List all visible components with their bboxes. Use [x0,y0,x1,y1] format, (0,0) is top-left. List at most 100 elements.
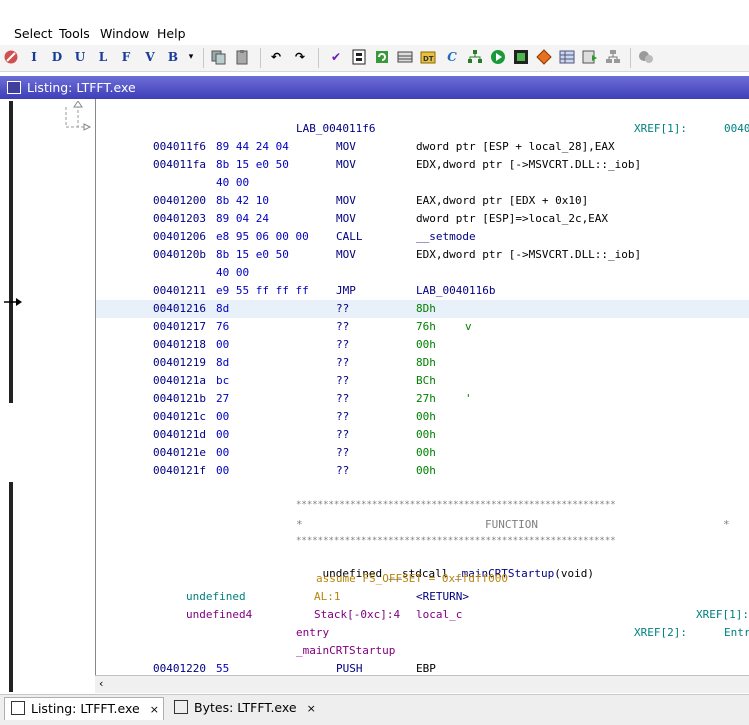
bookmark-B-button[interactable]: B [165,49,181,65]
address[interactable]: 0040121a [153,374,206,387]
table-icon[interactable] [397,49,413,65]
operand-jump-target[interactable]: LAB_0040116b [416,284,495,297]
operand[interactable]: dword ptr [ESP]=>local_2c,EAX [416,212,608,225]
mnemonic[interactable]: MOV [336,158,356,171]
export-icon[interactable] [582,49,598,65]
mnemonic[interactable]: CALL [336,230,363,243]
refresh-icon[interactable] [374,49,390,65]
data-value[interactable]: 00h [416,338,436,351]
mnemonic[interactable]: ?? [336,464,349,477]
mnemonic[interactable]: ?? [336,428,349,441]
data-value[interactable]: 00h [416,446,436,459]
mnemonic[interactable]: ?? [336,446,349,459]
address[interactable]: 00401220 [153,662,206,675]
var-name[interactable]: local_c [416,608,462,621]
mnemonic[interactable]: JMP [336,284,356,297]
operand-call-target[interactable]: __setmode [416,230,476,243]
address[interactable]: 00401203 [153,212,206,225]
tab-listing[interactable]: Listing: LTFFT.exe × [4,697,164,720]
entry-xref[interactable]: XREF[2]: [634,626,687,639]
data-value[interactable]: 00h [416,464,436,477]
menu-select[interactable]: Select [14,26,53,41]
data-value[interactable]: 76h [416,320,436,333]
mnemonic[interactable]: ?? [336,338,349,351]
address[interactable]: 004011fa [153,158,206,171]
operand[interactable]: EDX,dword ptr [->MSVCRT.DLL::_iob] [416,248,641,261]
mnemonic[interactable]: MOV [336,248,356,261]
address[interactable]: 0040121f [153,464,206,477]
redo-icon[interactable]: ↷ [292,49,308,65]
var-type[interactable]: undefined4 [186,608,252,621]
address[interactable]: 00401216 [153,302,206,315]
paste-icon[interactable] [234,49,250,65]
structure-icon[interactable] [605,49,621,65]
operand[interactable]: EBP [416,662,436,675]
menu-tools[interactable]: Tools [59,26,90,41]
mnemonic[interactable]: ?? [336,410,349,423]
mnemonic[interactable]: PUSH [336,662,363,675]
address[interactable]: 00401211 [153,284,206,297]
mnemonic[interactable]: ?? [336,374,349,387]
var-xref[interactable]: XREF[1]: [696,608,749,621]
call-tree-icon[interactable] [467,49,483,65]
memory-map-icon[interactable] [513,49,529,65]
label-lab-004011f6[interactable]: LAB_004011f6 [296,122,375,135]
variable-V-button[interactable]: V [142,49,158,65]
function-label[interactable]: _mainCRTStartup [296,644,395,657]
mnemonic[interactable]: ?? [336,356,349,369]
close-icon[interactable]: × [150,703,159,716]
entry-xref-value[interactable]: Entr [724,626,749,639]
tab-bytes[interactable]: Bytes: LTFFT.exe × [168,697,318,719]
menu-window[interactable]: Window [100,26,149,41]
function-graph-icon[interactable]: C [444,49,460,65]
mnemonic[interactable]: MOV [336,140,356,153]
address[interactable]: 00401219 [153,356,206,369]
data-value[interactable]: 8Dh [416,302,436,315]
address[interactable]: 0040120b [153,248,206,261]
mnemonic[interactable]: MOV [336,212,356,225]
address[interactable]: 004011f6 [153,140,206,153]
address[interactable]: 0040121b [153,392,206,405]
horizontal-scrollbar[interactable]: ‹ [95,675,749,693]
var-type[interactable]: undefined [186,590,246,603]
data-types-icon[interactable]: DT [420,49,436,65]
checkmark-icon[interactable]: ✔ [328,49,344,65]
close-icon[interactable]: × [307,702,316,715]
entry-label[interactable]: entry [296,626,329,639]
disassemble-I-button[interactable]: I [26,49,42,65]
address[interactable]: 0040121e [153,446,206,459]
address[interactable]: 00401218 [153,338,206,351]
data-value[interactable]: BCh [416,374,436,387]
xref-address[interactable]: 0040 [724,122,749,135]
comments-icon[interactable] [638,49,654,65]
address[interactable]: 00401206 [153,230,206,243]
mnemonic[interactable]: ?? [336,392,349,405]
stop-icon[interactable] [3,49,19,65]
address[interactable]: 00401217 [153,320,206,333]
operand[interactable]: EDX,dword ptr [->MSVCRT.DLL::_iob] [416,158,641,171]
run-icon[interactable] [490,49,506,65]
mnemonic[interactable]: ?? [336,302,349,315]
data-value[interactable]: 00h [416,428,436,441]
grid-icon[interactable] [559,49,575,65]
scroll-left-icon[interactable]: ‹ [99,677,103,690]
diamond-icon[interactable] [536,49,552,65]
binary-icon[interactable] [351,49,367,65]
data-value[interactable]: 00h [416,410,436,423]
copy-icon[interactable] [210,49,226,65]
var-name[interactable]: <RETURN> [416,590,469,603]
address[interactable]: 0040121d [153,428,206,441]
data-value[interactable]: 8Dh [416,356,436,369]
mnemonic[interactable]: ?? [336,320,349,333]
data-D-button[interactable]: D [49,49,65,65]
address[interactable]: 00401200 [153,194,206,207]
operand[interactable]: dword ptr [ESP + local_28],EAX [416,140,615,153]
label-L-button[interactable]: L [95,49,111,65]
xref-label[interactable]: XREF[1]: [634,122,687,135]
menu-help[interactable]: Help [157,26,186,41]
dropdown-arrow-icon[interactable]: ▾ [183,49,199,65]
undo-icon[interactable]: ↶ [268,49,284,65]
function-F-button[interactable]: F [118,49,134,65]
operand[interactable]: EAX,dword ptr [EDX + 0x10] [416,194,588,207]
data-value[interactable]: 27h [416,392,436,405]
